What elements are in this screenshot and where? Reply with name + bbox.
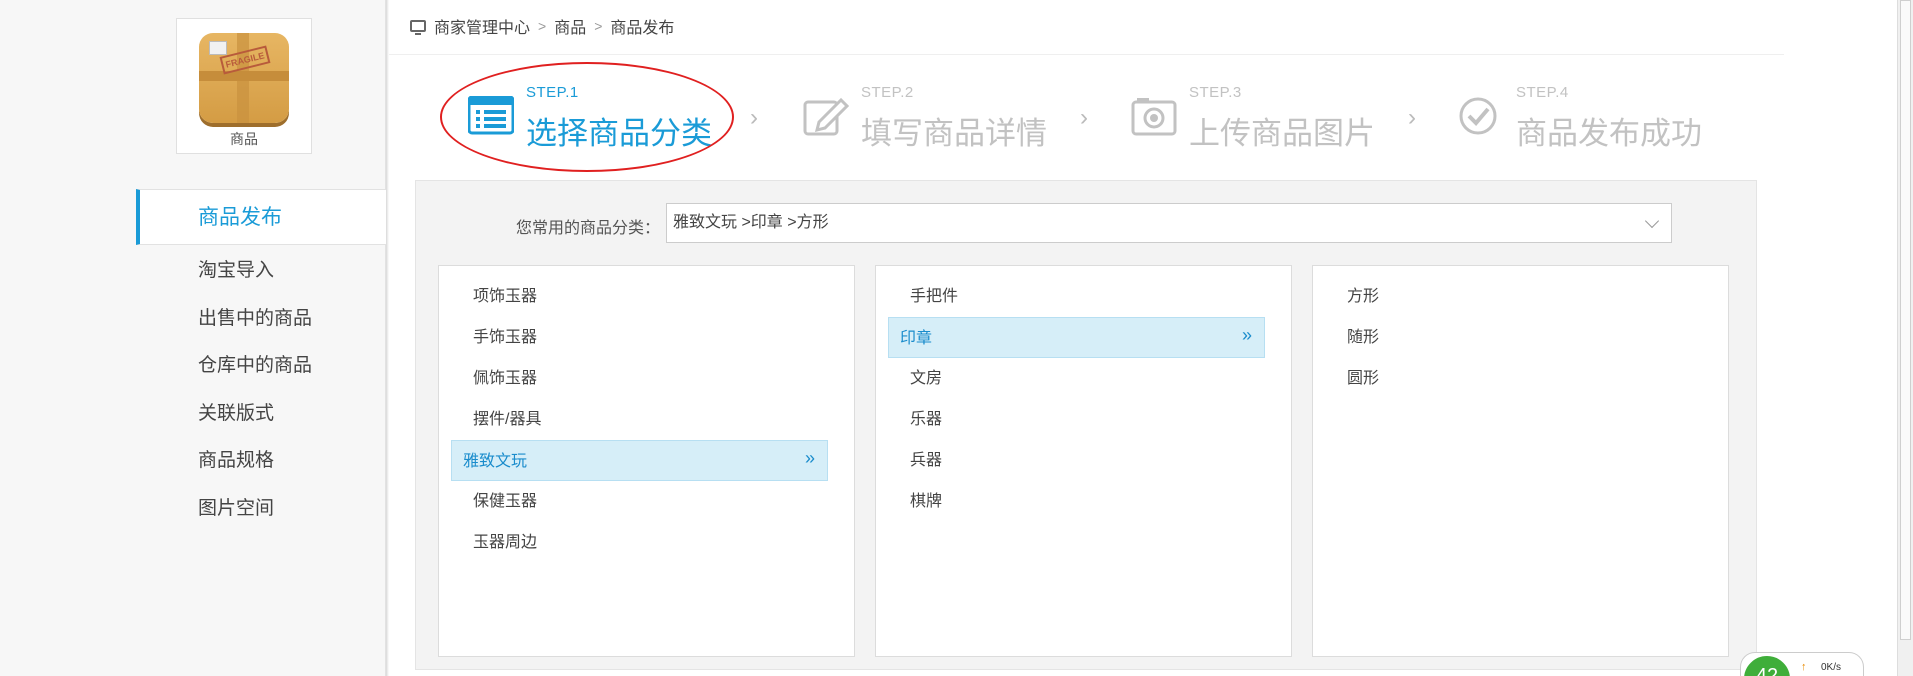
category-item[interactable]: 乐器 — [886, 399, 1281, 440]
step-number: STEP.2 — [861, 84, 914, 101]
category-panel: 您常用的商品分类： 雅致文玩 >印章 >方形 项饰玉器手饰玉器佩饰玉器摆件/器具… — [415, 180, 1757, 670]
sidebar-item-0[interactable]: 商品发布 — [136, 189, 387, 245]
category-item-label: 方形 — [1347, 288, 1380, 305]
sidebar-item-4[interactable]: 关联版式 — [136, 390, 387, 438]
logo-caption: 商品 — [230, 131, 258, 147]
sidebar-shadow — [386, 0, 389, 676]
category-item-label: 棋牌 — [910, 493, 943, 510]
category-item[interactable]: 棋牌 — [886, 481, 1281, 522]
network-count-badge: 42 — [1741, 653, 1793, 676]
category-item-label: 雅致文玩 — [463, 453, 528, 470]
step-title: 商品发布成功 — [1516, 116, 1702, 151]
step-arrow-icon: › — [750, 104, 758, 131]
category-item[interactable]: 玉器周边 — [449, 522, 844, 563]
category-item[interactable]: 随形 — [1323, 317, 1718, 358]
category-item-label: 乐器 — [910, 411, 943, 428]
breadcrumb-item-0[interactable]: 商家管理中心 — [434, 14, 530, 38]
step-arrow-icon: › — [1080, 104, 1088, 131]
step-title: 填写商品详情 — [861, 116, 1047, 151]
double-chevron-right-icon: » — [804, 448, 815, 468]
vertical-scrollbar[interactable] — [1897, 0, 1913, 676]
category-item[interactable]: 手把件 — [886, 276, 1281, 317]
category-item-label: 手把件 — [910, 288, 959, 305]
step-number: STEP.4 — [1516, 84, 1569, 101]
category-item[interactable]: 兵器 — [886, 440, 1281, 481]
sidebar-item-2[interactable]: 出售中的商品 — [136, 295, 387, 343]
category-item-label: 随形 — [1347, 329, 1380, 346]
category-item[interactable]: 雅致文玩 » — [451, 440, 828, 481]
category-item-label: 保健玉器 — [473, 493, 538, 510]
breadcrumb-item-1[interactable]: 商品 — [554, 14, 586, 38]
check-circle-icon — [1458, 96, 1504, 136]
category-column-2: 手把件印章 » 文房乐器兵器棋牌 — [875, 265, 1292, 657]
sidebar-item-1[interactable]: 淘宝导入 — [136, 247, 387, 295]
category-item[interactable]: 摆件/器具 — [449, 399, 844, 440]
edit-icon — [803, 96, 850, 136]
favorite-category-select[interactable]: 雅致文玩 >印章 >方形 — [666, 203, 1672, 243]
sidebar-item-3[interactable]: 仓库中的商品 — [136, 342, 387, 390]
category-item-label: 圆形 — [1347, 370, 1380, 387]
product-logo: FRAGILE 商品 — [176, 18, 312, 154]
network-speed-text: 0K/s — [1821, 662, 1842, 673]
double-chevron-right-icon: » — [1241, 325, 1252, 345]
category-item[interactable]: 文房 — [886, 358, 1281, 399]
camera-icon — [1131, 96, 1177, 136]
category-item[interactable]: 方形 — [1323, 276, 1718, 317]
step-number: STEP.3 — [1189, 84, 1242, 101]
sidebar-item-5[interactable]: 商品规格 — [136, 437, 387, 485]
favorite-category-label: 您常用的商品分类： — [516, 220, 661, 237]
breadcrumb-separator: > — [594, 18, 603, 34]
category-item-label: 摆件/器具 — [473, 411, 542, 428]
category-item[interactable]: 保健玉器 — [449, 481, 844, 522]
category-item[interactable]: 项饰玉器 — [449, 276, 844, 317]
favorite-category-value: 雅致文玩 >印章 >方形 — [673, 214, 829, 231]
category-item-label: 兵器 — [910, 452, 943, 469]
category-item[interactable]: 印章 » — [888, 317, 1265, 358]
category-item-label: 佩饰玉器 — [473, 370, 538, 387]
category-item[interactable]: 手饰玉器 — [449, 317, 844, 358]
category-item-label: 玉器周边 — [473, 534, 538, 551]
category-item-label: 印章 — [900, 330, 933, 347]
breadcrumb-item-2[interactable]: 商品发布 — [610, 14, 674, 38]
sidebar: FRAGILE 商品 商品发布 淘宝导入 出售中的商品 仓库中的商品 关联版式 商品规格图… — [0, 0, 387, 676]
breadcrumb-separator: > — [538, 18, 547, 34]
package-box-icon: FRAGILE — [199, 33, 289, 123]
sidebar-item-6[interactable]: 图片空间 — [136, 485, 387, 533]
upload-arrow-icon: ↑ — [1801, 661, 1807, 673]
chevron-down-icon — [1644, 213, 1660, 229]
category-item-label: 手饰玉器 — [473, 329, 538, 346]
sidebar-menu: 商品发布 淘宝导入 出售中的商品 仓库中的商品 关联版式 商品规格 图片空间 — [136, 189, 387, 532]
monitor-icon — [410, 20, 426, 35]
category-column-3: 方形 随形 圆形 — [1312, 265, 1729, 657]
step-title: 上传商品图片 — [1189, 116, 1375, 151]
step-arrow-icon: › — [1408, 104, 1416, 131]
scrollbar-thumb[interactable] — [1900, 0, 1911, 640]
category-item[interactable]: 圆形 — [1323, 358, 1718, 399]
category-item[interactable]: 佩饰玉器 — [449, 358, 844, 399]
category-item-label: 项饰玉器 — [473, 288, 538, 305]
category-column-1: 项饰玉器手饰玉器佩饰玉器摆件/器具雅致文玩 » 保健玉器玉器周边 — [438, 265, 855, 657]
network-speed-widget[interactable]: 42 ↑ 0K/s — [1740, 652, 1864, 676]
header-divider — [389, 54, 1784, 55]
category-item-label: 文房 — [910, 370, 943, 387]
breadcrumb: 商家管理中心 > 商品 > 商品发布 — [410, 14, 674, 38]
red-circle-annotation — [440, 62, 734, 172]
